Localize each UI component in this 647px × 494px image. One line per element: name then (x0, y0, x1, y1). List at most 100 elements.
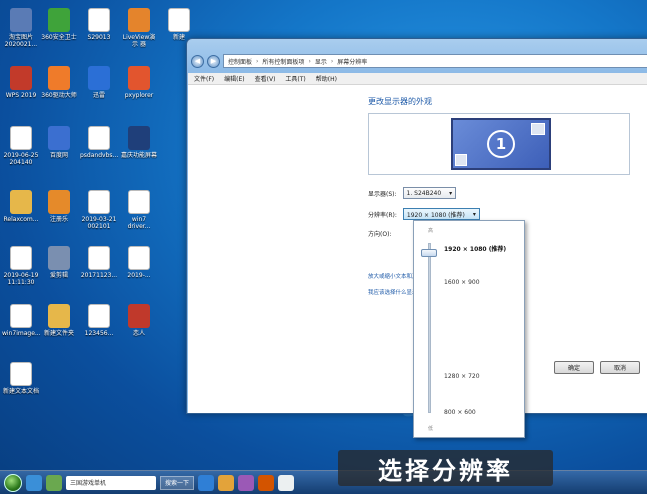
desktop-item-icon (10, 8, 32, 32)
menu-edit[interactable]: 编辑(E) (224, 74, 244, 83)
desktop-icon[interactable]: LiveView演示 器 (120, 8, 158, 48)
forward-button[interactable]: ▶ (207, 54, 220, 68)
app-icon[interactable] (258, 474, 275, 491)
desktop-item-icon (128, 304, 150, 328)
desktop-item-icon (88, 66, 110, 90)
display-select[interactable]: 1. S24B240 ▾ (402, 187, 457, 199)
taskbar-search-button[interactable]: 搜索一下 (160, 475, 195, 490)
menu-view[interactable]: 查看(V) (255, 74, 276, 83)
desktop-icon[interactable]: 360驱动大师 (40, 66, 78, 99)
desktop-icon-label: 百度网 (49, 152, 68, 159)
desktop-icon[interactable]: WPS 2019 (2, 66, 40, 99)
desktop-icon-label: S29013 (87, 34, 111, 41)
desktop-icon[interactable]: 123456... (80, 304, 118, 337)
breadcrumb-control-panel[interactable]: 控制面板 (228, 57, 252, 66)
desktop-icon[interactable]: 2019-06-25 204140 (2, 126, 40, 166)
address-bar[interactable]: 控制面板 › 所有控制面板项 › 显示 › 屏幕分辨率 (223, 54, 647, 68)
monitor-1[interactable]: 1 (451, 118, 551, 170)
desktop-icon-label: LiveView演示 器 (122, 34, 156, 48)
slider-high-label: 高 (428, 228, 434, 234)
page-title: 更改显示器的外观 (368, 97, 432, 106)
desktop-item-icon (48, 8, 70, 32)
breadcrumb-all-items[interactable]: 所有控制面板项 (262, 57, 304, 66)
back-arrow-icon: ◀ (194, 57, 201, 65)
chevron-down-icon: ▾ (449, 189, 453, 197)
breadcrumb-screen-resolution[interactable]: 屏幕分辨率 (337, 57, 367, 66)
menu-tools[interactable]: 工具(T) (285, 74, 305, 83)
desktop-icon[interactable]: 2019-06-19 11:11:30 (2, 246, 40, 286)
desktop-icon-label: WPS 2019 (5, 92, 37, 99)
desktop-icon[interactable]: 2019-03-21 002101 (80, 190, 118, 230)
back-button[interactable]: ◀ (191, 54, 204, 68)
desktop-icon-label: 嘉庆功能屏幕 (120, 152, 157, 159)
resolution-option[interactable]: 1280 × 720 (444, 373, 480, 380)
desktop-icon[interactable]: win7image... (2, 304, 41, 337)
breadcrumb-display[interactable]: 显示 (315, 57, 327, 66)
desktop-icon[interactable]: 嘉庆功能屏幕 (120, 126, 158, 159)
resolution-option[interactable]: 1600 × 900 (444, 279, 480, 286)
chevron-down-icon: ▾ (472, 210, 476, 218)
desktop-icon-label: 123456... (84, 330, 114, 337)
resolution-dropdown: 高 1920 × 1080 (推荐) 1600 × 900 1280 × 720… (413, 220, 525, 438)
start-button[interactable] (4, 473, 22, 492)
desktop-icon[interactable]: 迅雷 (80, 66, 118, 99)
menu-file[interactable]: 文件(F) (194, 74, 214, 83)
360-browser-icon[interactable] (46, 474, 62, 491)
desktop-icon-label: 迅雷 (92, 92, 105, 99)
resolution-option[interactable]: 800 × 600 (444, 409, 476, 416)
desktop-icon-label: 新建文本文档 (2, 388, 39, 395)
desktop-icon[interactable]: 注册乐 (40, 190, 78, 223)
edge-icon[interactable] (198, 474, 215, 491)
breadcrumb-separator-icon: › (308, 57, 311, 65)
resolution-slider-thumb[interactable] (421, 249, 437, 257)
desktop-icon[interactable]: 新建文件夹 (40, 304, 78, 337)
desktop-icon[interactable]: 新建 (160, 8, 198, 41)
desktop-icon[interactable]: 20171123... (80, 246, 118, 279)
desktop-item-icon (48, 304, 70, 328)
desktop-item-icon (10, 190, 32, 214)
desktop-icon[interactable]: pxyplorer (120, 66, 158, 99)
desktop-icon[interactable]: 新建文本文档 (2, 362, 40, 395)
desktop-icon[interactable]: 恋人 (120, 304, 158, 337)
desktop-icon-label: win7 driver... (127, 216, 151, 230)
desktop-item-icon (88, 190, 110, 214)
address-row: ◀ ▶ 控制面板 › 所有控制面板项 › 显示 › 屏幕分辨率 (191, 53, 647, 69)
desktop-item-icon (48, 190, 70, 214)
resolution-option[interactable]: 1920 × 1080 (推荐) (444, 244, 506, 253)
desktop-item-icon (10, 246, 32, 270)
cancel-button[interactable]: 取消 (600, 361, 640, 374)
desktop-item-icon (10, 66, 32, 90)
ie-icon[interactable] (26, 474, 42, 491)
media-icon[interactable] (238, 474, 255, 491)
desktop-icon[interactable]: psdandvbs... (80, 126, 118, 159)
desktop-icon[interactable]: 百度网 (40, 126, 78, 159)
menu-bar: 文件(F) 编辑(E) 查看(V) 工具(T) 帮助(H) (188, 73, 647, 85)
desktop-item-icon (10, 362, 32, 386)
desktop-icon[interactable]: win7 driver... (120, 190, 158, 230)
resolution-select[interactable]: 1920 × 1080 (推荐) ▾ (402, 208, 480, 220)
desktop-icon-label: 2019-06-25 204140 (3, 152, 39, 166)
desktop-icon-label: 2019-03-21 002101 (81, 216, 117, 230)
desktop-icon-label: 2019-06-19 11:11:30 (3, 272, 39, 286)
resolution-slider-track[interactable] (428, 243, 431, 413)
desktop-icon[interactable]: S29013 (80, 8, 118, 41)
monitor-number: 1 (487, 130, 515, 158)
menu-help[interactable]: 帮助(H) (316, 74, 337, 83)
ok-button[interactable]: 确定 (554, 361, 594, 374)
desktop-icon[interactable]: 淘宝图片 2020021... (2, 8, 40, 48)
resolution-row: 分辨率(R): 1920 × 1080 (推荐) ▾ (368, 208, 480, 220)
taskbar-search-input[interactable]: 三国游戏单机 (66, 475, 156, 490)
desktop-icon[interactable]: 360安全卫士 (40, 8, 78, 41)
folder-icon[interactable] (218, 474, 235, 491)
display-app-icon[interactable] (278, 474, 295, 491)
orientation-row: 方向(O): (368, 229, 391, 238)
desktop-icon-label: 360安全卫士 (41, 34, 77, 41)
desktop-icon[interactable]: 爱剪辑 (40, 246, 78, 279)
display-preview: 1 (368, 113, 630, 175)
desktop-icon[interactable]: 2019-... (120, 246, 158, 279)
desktop-icon[interactable]: Relaxcom... (2, 190, 40, 223)
desktop-item-icon (168, 8, 190, 32)
monitor-thumbnail-icon (531, 123, 545, 135)
desktop-item-icon (88, 126, 110, 150)
resolution-value: 1920 × 1080 (推荐) (406, 211, 465, 219)
